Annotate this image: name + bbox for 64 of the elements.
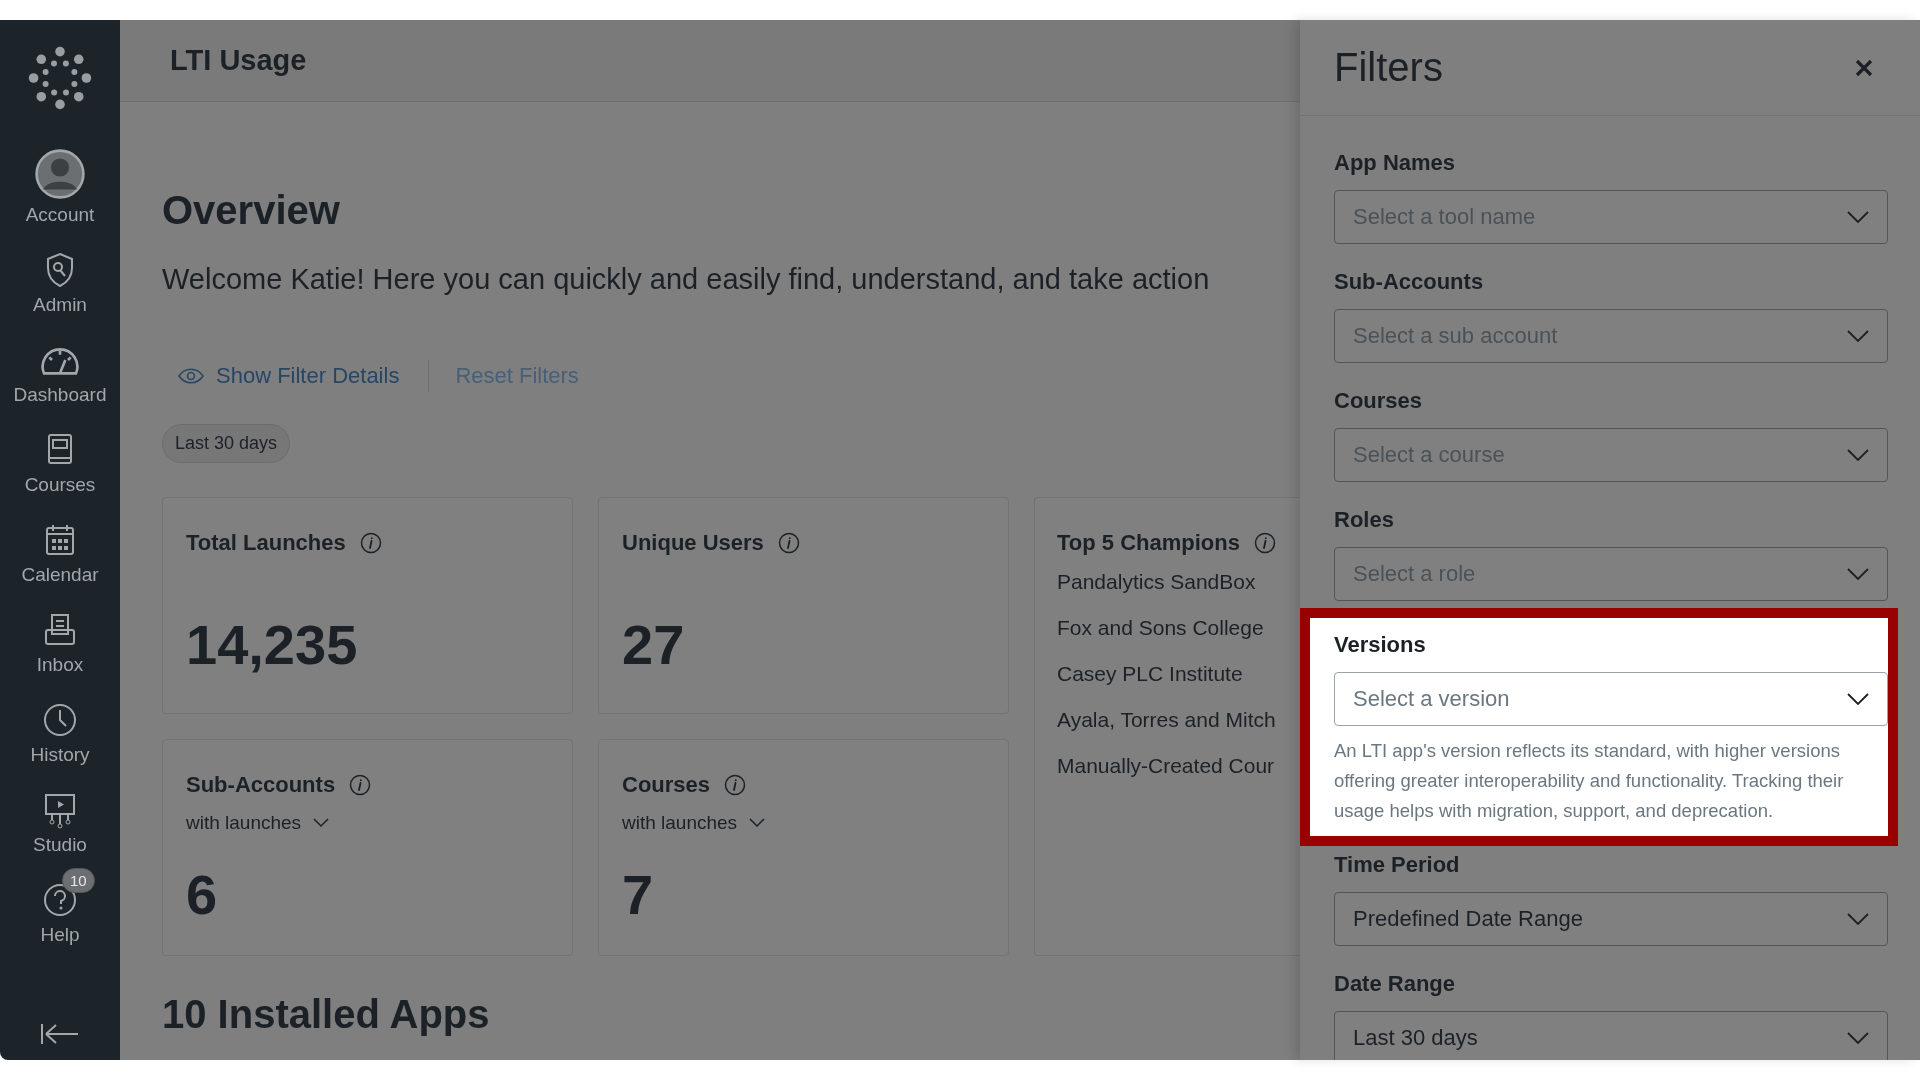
list-item: Casey PLC Institute	[1057, 662, 1243, 686]
chevron-down-icon	[1847, 693, 1869, 705]
card-title: Unique Users	[622, 530, 764, 556]
field-label: Versions	[1334, 632, 1427, 658]
card-title: Top 5 Champions	[1057, 530, 1240, 556]
nav-item[interactable]: History	[0, 684, 120, 774]
section-heading: 10 Installed Apps	[162, 992, 490, 1037]
chevron-down-icon	[1847, 449, 1869, 461]
select-dropdown[interactable]: Select a version	[1334, 672, 1888, 726]
scope-dropdown[interactable]: with launches	[622, 812, 766, 834]
chevron-down-icon	[1847, 1032, 1869, 1044]
card-title: Courses	[622, 772, 711, 798]
show-filter-details-link[interactable]: Show Filter Details	[178, 363, 400, 389]
info-icon	[777, 532, 800, 554]
select-dropdown[interactable]: Predefined Date Range	[1334, 892, 1888, 946]
field-label: Sub-Accounts	[1334, 269, 1485, 295]
stat-value: 7	[622, 862, 654, 927]
field-label: Courses	[1334, 388, 1424, 414]
nav-item[interactable]: Studio	[0, 774, 120, 864]
page-title: LTI Usage	[170, 44, 307, 77]
chevron-down-icon	[1847, 568, 1869, 580]
info-icon	[359, 532, 382, 554]
stat-value: 14,235	[186, 612, 358, 677]
field-label: Time Period	[1334, 852, 1461, 878]
chevron-down-icon	[1847, 330, 1869, 342]
avatar-icon	[34, 148, 86, 200]
field-label: App Names	[1334, 150, 1457, 176]
info-icon	[1253, 532, 1276, 554]
list-item: Manually-Created Cour	[1057, 754, 1275, 778]
stat-value: 6	[186, 862, 218, 927]
card-title: Sub-Accounts	[186, 772, 336, 798]
info-icon	[724, 774, 747, 796]
nav-item[interactable]: Courses	[0, 414, 120, 504]
nav-item[interactable]: Admin	[0, 234, 120, 324]
chevron-down-icon	[749, 818, 766, 828]
arrow-left-icon	[40, 1022, 80, 1046]
list-item: Pandalytics SandBox	[1057, 570, 1256, 594]
select-dropdown[interactable]: Last 30 days	[1334, 1011, 1888, 1060]
field-label: Date Range	[1334, 971, 1457, 997]
chevron-down-icon	[1847, 913, 1869, 925]
field-label: Roles	[1334, 507, 1395, 533]
chevron-down-icon	[313, 818, 330, 828]
nav-item[interactable]: 10 Help	[0, 864, 120, 954]
close-icon	[1854, 57, 1874, 78]
count-badge: 10	[62, 868, 95, 893]
close-button[interactable]	[1854, 57, 1874, 78]
stat-value: 27	[622, 612, 685, 677]
nav-item[interactable]: Account	[0, 144, 120, 234]
collapse-button[interactable]	[40, 1022, 80, 1046]
card-title: Total Launches	[186, 530, 346, 556]
list-item: Fox and Sons College	[1057, 616, 1264, 640]
panel-title: Filters	[1334, 45, 1443, 90]
help-text: An LTI app's version reflects its standard, with higher versions offering greater interoperability and functionality. Tracking their usage helps with migration, support, and deprecation.	[1334, 739, 1845, 823]
nav-item[interactable]: Inbox	[0, 594, 120, 684]
nav-item[interactable]: Calendar	[0, 504, 120, 594]
section-heading: Overview	[162, 188, 340, 233]
list-item: Ayala, Torres and Mitch	[1057, 708, 1276, 732]
filter-chip: Last 30 days	[162, 424, 291, 463]
welcome-text: Welcome Katie! Here you can quickly and easily find, understand, and take action	[162, 263, 1210, 296]
info-icon	[349, 774, 372, 796]
scope-dropdown[interactable]: with launches	[186, 812, 330, 834]
chevron-down-icon	[1847, 211, 1869, 223]
nav-item[interactable]: Dashboard	[0, 324, 120, 414]
eye-icon	[178, 368, 204, 384]
